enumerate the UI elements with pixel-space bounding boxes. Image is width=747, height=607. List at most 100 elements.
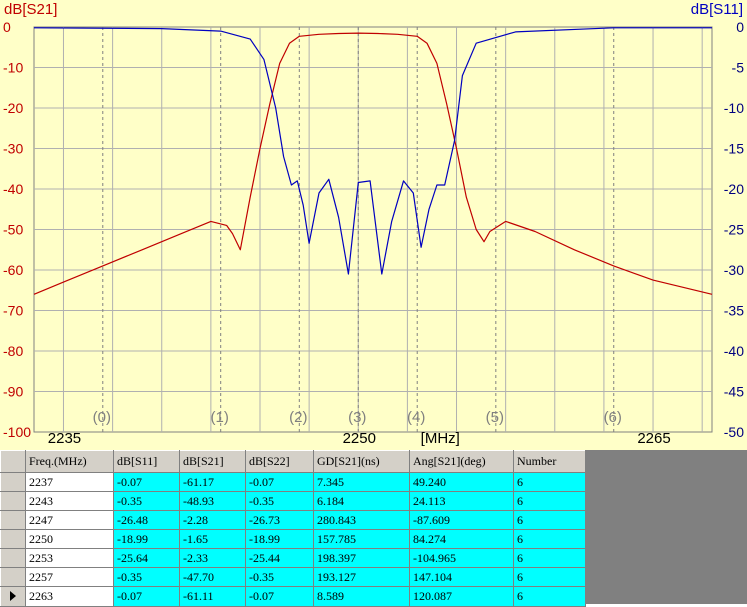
x-tick-label: 2265 xyxy=(637,430,670,447)
row-selector[interactable] xyxy=(0,567,26,587)
chart-plot: (0) (1) (2) (3) (4) (5) (6)0-10-20-30-40-50-60… xyxy=(3,19,745,447)
cell-number[interactable]: 6 xyxy=(513,491,586,511)
cell-number[interactable]: 6 xyxy=(513,529,586,549)
cell-freq[interactable]: 2237 xyxy=(25,472,114,492)
cell-ang[interactable]: 84.274 xyxy=(409,529,514,549)
row-selector[interactable] xyxy=(0,548,26,568)
cell-s11[interactable]: -0.35 xyxy=(113,491,180,511)
cell-ang[interactable]: -87.609 xyxy=(409,510,514,530)
cell-s22[interactable]: -0.35 xyxy=(245,491,314,511)
col-header-number[interactable]: Number xyxy=(513,450,586,473)
x-tick-label: 2235 xyxy=(48,430,81,447)
cell-s22[interactable]: -26.73 xyxy=(245,510,314,530)
table-row[interactable]: 2243 -0.35 -48.93 -0.35 6.184 24.113 6 xyxy=(0,491,586,511)
cell-s21[interactable]: -2.33 xyxy=(179,548,246,568)
cell-number[interactable]: 6 xyxy=(513,567,586,587)
y-tick-right: -35 xyxy=(724,303,744,319)
cell-number[interactable]: 6 xyxy=(513,472,586,492)
cell-gd[interactable]: 198.397 xyxy=(313,548,410,568)
y-tick-left: -50 xyxy=(3,222,23,238)
cell-s22[interactable]: -18.99 xyxy=(245,529,314,549)
col-header-s22[interactable]: dB[S22] xyxy=(245,450,314,473)
cell-s11[interactable]: -18.99 xyxy=(113,529,180,549)
marker-label: (2) xyxy=(289,409,307,426)
row-selector[interactable] xyxy=(0,529,26,549)
y-tick-right: 0 xyxy=(736,19,744,35)
cell-ang[interactable]: 49.240 xyxy=(409,472,514,492)
results-table: Freq.(MHz) dB[S11] dB[S21] dB[S22] GD[S2… xyxy=(0,450,586,607)
col-header-gd[interactable]: GD[S21](ns) xyxy=(313,450,410,473)
cell-s11[interactable]: -0.07 xyxy=(113,472,180,492)
cell-number[interactable]: 6 xyxy=(513,510,586,530)
table-header-row: Freq.(MHz) dB[S11] dB[S21] dB[S22] GD[S2… xyxy=(0,450,586,473)
cell-freq[interactable]: 2247 xyxy=(25,510,114,530)
y-tick-left: -60 xyxy=(3,262,23,278)
table-row[interactable]: 2250 -18.99 -1.65 -18.99 157.785 84.274 6 xyxy=(0,529,586,549)
y-tick-right: -40 xyxy=(724,343,744,359)
chart-area: (0) (1) (2) (3) (4) (5) (6) 0 -10 -20 -30 -40 -50 -60… xyxy=(0,0,747,450)
cell-s21[interactable]: -47.70 xyxy=(179,567,246,587)
marker-label: (1) xyxy=(211,409,229,426)
cell-s11[interactable]: -25.64 xyxy=(113,548,180,568)
row-selector[interactable] xyxy=(0,491,26,511)
cell-s21[interactable]: -1.65 xyxy=(179,529,246,549)
marker-label: (5) xyxy=(486,409,504,426)
col-header-freq[interactable]: Freq.(MHz) xyxy=(25,450,114,473)
marker-label: (4) xyxy=(407,409,425,426)
col-header-s21[interactable]: dB[S21] xyxy=(179,450,246,473)
cell-s11[interactable]: -0.35 xyxy=(113,567,180,587)
y-tick-left: -90 xyxy=(3,384,23,400)
y-tick-left: -40 xyxy=(3,181,23,197)
cell-freq[interactable]: 2243 xyxy=(25,491,114,511)
y-tick-right: -45 xyxy=(724,384,744,400)
y-tick-left: -80 xyxy=(3,343,23,359)
marker-label: (6) xyxy=(604,409,622,426)
y-tick-right: -25 xyxy=(724,222,744,238)
cell-gd[interactable]: 280.843 xyxy=(313,510,410,530)
row-selector[interactable] xyxy=(0,472,26,492)
cell-s22[interactable]: -25.44 xyxy=(245,548,314,568)
cell-ang[interactable]: 24.113 xyxy=(409,491,514,511)
y-tick-left: -70 xyxy=(3,303,23,319)
y-tick-left: -10 xyxy=(3,60,23,76)
marker-label: (3) xyxy=(348,409,366,426)
y-tick-right: -20 xyxy=(724,181,744,197)
y-tick-right: -30 xyxy=(724,262,744,278)
cell-freq[interactable]: 2253 xyxy=(25,548,114,568)
cell-s21[interactable]: -61.17 xyxy=(179,472,246,492)
y-tick-left: -100 xyxy=(3,424,31,440)
cell-ang[interactable]: 147.104 xyxy=(409,567,514,587)
series-line-s11 xyxy=(33,27,712,275)
table-row[interactable]: 2237 -0.07 -61.17 -0.07 7.345 49.240 6 xyxy=(0,472,586,492)
cell-gd[interactable]: 157.785 xyxy=(313,529,410,549)
y-tick-right: -5 xyxy=(732,60,745,76)
table-row[interactable]: 2257 -0.35 -47.70 -0.35 193.127 147.104 6 xyxy=(0,567,586,587)
cell-number[interactable]: 6 xyxy=(513,548,586,568)
col-header-ang[interactable]: Ang[S21](deg) xyxy=(409,450,514,473)
series-line-s21 xyxy=(33,32,713,295)
cell-ang[interactable]: -104.965 xyxy=(409,548,514,568)
results-table-area: Freq.(MHz) dB[S11] dB[S21] dB[S22] GD[S2… xyxy=(0,450,747,607)
cell-s11[interactable]: -26.48 xyxy=(113,510,180,530)
cell-s22[interactable]: -0.07 xyxy=(245,472,314,492)
row-selector[interactable] xyxy=(0,510,26,530)
cell-gd[interactable]: 193.127 xyxy=(313,567,410,587)
cell-s21[interactable]: -2.28 xyxy=(179,510,246,530)
col-header-s11[interactable]: dB[S11] xyxy=(113,450,180,473)
cell-gd[interactable]: 6.184 xyxy=(313,491,410,511)
table-row[interactable]: 2253 -25.64 -2.33 -25.44 198.397 -104.965 6 xyxy=(0,548,586,568)
cell-gd[interactable]: 7.345 xyxy=(313,472,410,492)
y-tick-right: -50 xyxy=(724,424,744,440)
cell-freq[interactable]: 2257 xyxy=(25,567,114,587)
y-tick-left: 0 xyxy=(3,19,11,35)
cell-freq[interactable]: 2250 xyxy=(25,529,114,549)
cell-s21[interactable]: -48.93 xyxy=(179,491,246,511)
y-axis-left-title: dB[S21] xyxy=(4,1,58,18)
table-row[interactable]: 2247 -26.48 -2.28 -26.73 280.843 -87.609 6 xyxy=(0,510,586,530)
x-axis-label: [MHz] xyxy=(421,430,460,447)
table-body: 2237 -0.07 -61.17 -0.07 7.345 49.240 6 2243 -0.3… xyxy=(0,472,586,607)
y-tick-right: -10 xyxy=(724,100,744,116)
y-tick-left: -30 xyxy=(3,141,23,157)
cell-s22[interactable]: -0.35 xyxy=(245,567,314,587)
y-tick-right: -15 xyxy=(724,141,744,157)
